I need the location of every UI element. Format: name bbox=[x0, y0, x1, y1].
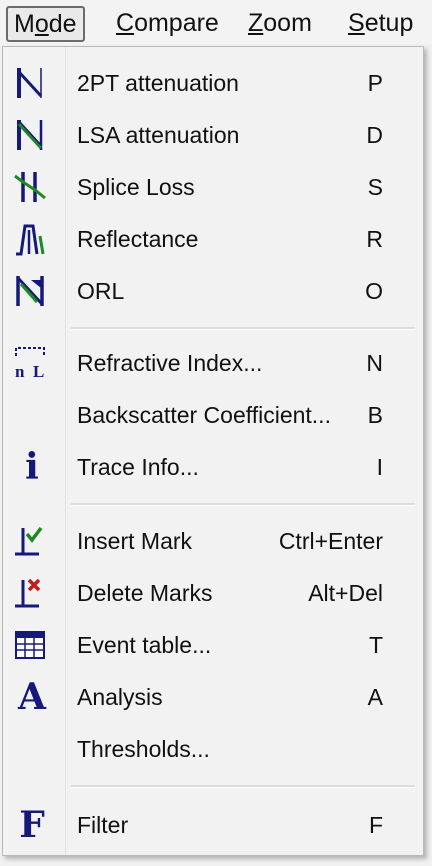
menu-item-shortcut: O bbox=[365, 278, 383, 304]
menu-item-shortcut: A bbox=[367, 684, 383, 710]
menu-item-shortcut: I bbox=[376, 454, 383, 480]
menu-item-thresholds[interactable]: Thresholds... bbox=[3, 723, 421, 775]
splice-loss-icon bbox=[13, 170, 47, 204]
menu-item-shortcut: B bbox=[367, 402, 383, 428]
menu-item-orl[interactable]: ORL O bbox=[3, 265, 421, 317]
refractive-index-l-glyph: L bbox=[33, 362, 44, 380]
menu-item-splice-loss[interactable]: Splice Loss S bbox=[3, 161, 421, 213]
menu-compare-mnemonic: C bbox=[116, 9, 135, 37]
menu-item-shortcut: T bbox=[368, 632, 383, 658]
menu-separator bbox=[71, 503, 415, 506]
menu-item-shortcut: N bbox=[366, 350, 383, 376]
menu-item-2pt-attenuation[interactable]: 2PT attenuation P bbox=[3, 57, 421, 109]
refractive-index-icon: n L bbox=[13, 346, 47, 381]
menu-item-event-table[interactable]: Event table... T bbox=[3, 619, 421, 671]
lsa-attenuation-icon bbox=[13, 118, 47, 152]
menu-item-label: Analysis bbox=[77, 684, 163, 710]
menu-item-label: Thresholds... bbox=[77, 736, 210, 762]
menu-item-shortcut: P bbox=[367, 70, 383, 96]
menu-zoom[interactable]: Zoom bbox=[242, 6, 318, 40]
menu-item-refractive-index[interactable]: n L Refractive Index... N bbox=[3, 337, 421, 389]
menu-item-label: Filter bbox=[77, 812, 129, 838]
menu-separator bbox=[71, 327, 415, 330]
menu-compare-post: ompare bbox=[134, 9, 219, 37]
menu-item-shortcut: F bbox=[368, 812, 383, 838]
menu-separator bbox=[71, 785, 415, 788]
menu-mode[interactable]: Mode bbox=[6, 6, 85, 42]
menu-item-label: Event table... bbox=[77, 632, 212, 658]
menu-item-label: Backscatter Coefficient... bbox=[77, 402, 331, 428]
insert-mark-icon bbox=[13, 524, 47, 558]
menu-item-label: Insert Mark bbox=[77, 528, 193, 554]
refractive-index-n-glyph: n bbox=[15, 362, 25, 380]
menu-item-delete-marks[interactable]: Delete Marks Alt+Del bbox=[3, 567, 421, 619]
menu-mode-post: de bbox=[48, 10, 77, 38]
menu-compare[interactable]: Compare bbox=[110, 6, 225, 40]
menu-zoom-post: oom bbox=[263, 9, 312, 37]
menu-item-reflectance[interactable]: Reflectance R bbox=[3, 213, 421, 265]
menu-bar: Mode Compare Zoom Setup bbox=[0, 0, 432, 44]
delete-marks-icon bbox=[13, 576, 47, 610]
menu-item-trace-info[interactable]: i Trace Info... I bbox=[3, 441, 421, 493]
orl-icon bbox=[13, 274, 47, 308]
menu-item-shortcut: S bbox=[367, 174, 383, 200]
menu-item-label: Reflectance bbox=[77, 226, 199, 252]
menu-item-label: 2PT attenuation bbox=[77, 70, 239, 96]
two-point-attenuation-icon bbox=[13, 66, 47, 100]
menu-item-filter[interactable]: F Filter F bbox=[3, 799, 421, 851]
menu-setup-mnemonic: S bbox=[348, 9, 365, 37]
analysis-icon: A bbox=[18, 676, 46, 718]
menu-item-label: Trace Info... bbox=[77, 454, 199, 480]
menu-item-shortcut: D bbox=[366, 122, 383, 148]
menu-item-analysis[interactable]: A Analysis A bbox=[3, 671, 421, 723]
menu-item-backscatter-coefficient[interactable]: Backscatter Coefficient... B bbox=[3, 389, 421, 441]
menu-item-insert-mark[interactable]: Insert Mark Ctrl+Enter bbox=[3, 515, 421, 567]
menu-item-shortcut: Alt+Del bbox=[308, 580, 383, 606]
menu-item-label: Splice Loss bbox=[77, 174, 195, 200]
mode-dropdown-menu: 2PT attenuation P LSA attenuation D Spli… bbox=[2, 46, 424, 856]
menu-zoom-mnemonic: Z bbox=[248, 9, 264, 37]
menu-item-lsa-attenuation[interactable]: LSA attenuation D bbox=[3, 109, 421, 161]
menu-setup-post: etup bbox=[364, 9, 414, 37]
menu-item-label: LSA attenuation bbox=[77, 122, 240, 148]
info-icon: i bbox=[25, 446, 39, 488]
menu-item-label: Refractive Index... bbox=[77, 350, 263, 376]
menu-item-label: Delete Marks bbox=[77, 580, 213, 606]
menu-item-label: ORL bbox=[77, 278, 125, 304]
menu-mode-mnemonic: o bbox=[34, 10, 49, 38]
menu-item-shortcut: R bbox=[366, 226, 383, 252]
filter-icon: F bbox=[19, 804, 45, 846]
menu-setup[interactable]: Setup bbox=[342, 6, 419, 40]
event-table-icon bbox=[13, 628, 47, 662]
reflectance-icon bbox=[13, 222, 47, 256]
menu-item-shortcut: Ctrl+Enter bbox=[278, 528, 383, 554]
menu-mode-pre: M bbox=[14, 10, 35, 38]
